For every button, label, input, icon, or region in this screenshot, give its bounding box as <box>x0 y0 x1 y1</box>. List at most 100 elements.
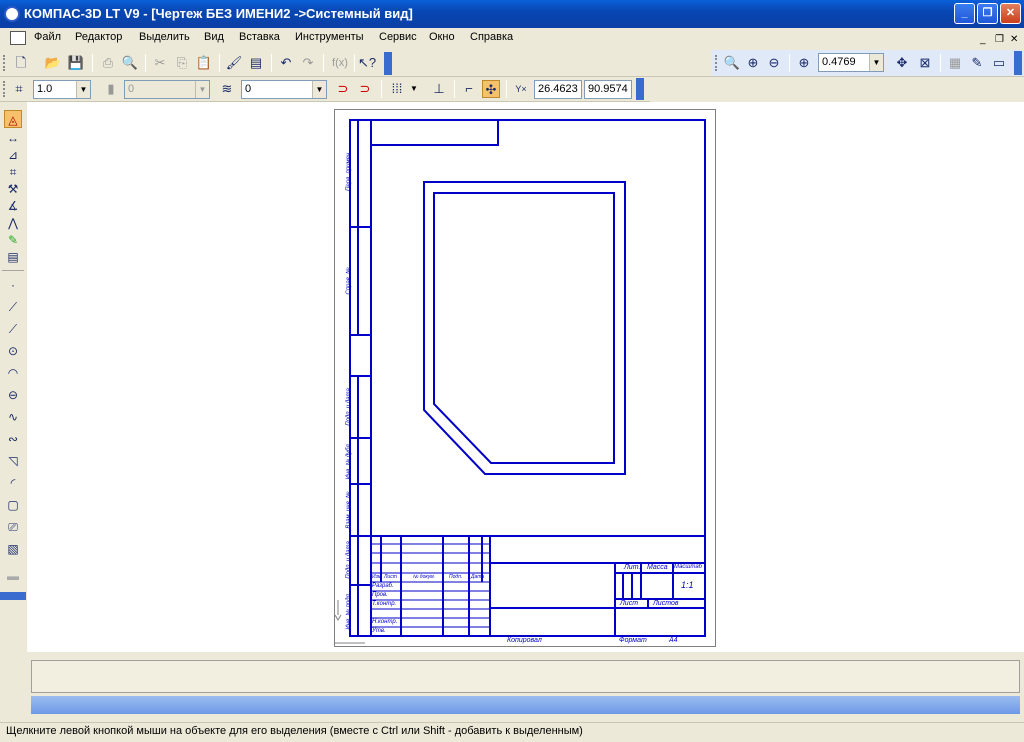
menu-tools[interactable]: Инструменты <box>295 31 364 43</box>
drawing-sheet[interactable]: Лит. Масса Масштаб 1:1 Лист Листов Изм. … <box>334 109 716 647</box>
layers-icon[interactable]: ≋ <box>218 80 236 98</box>
doc-close-button[interactable]: ✕ <box>1010 34 1018 45</box>
ortho-icon[interactable]: ⌐ <box>460 80 478 98</box>
screen-icon[interactable]: ▭ <box>990 54 1008 72</box>
tb-copied-label: Копировал <box>507 637 542 644</box>
fill-icon[interactable]: ▬ <box>4 567 22 585</box>
toolbar-grip[interactable] <box>3 55 7 71</box>
print-icon[interactable]: ⎙ <box>99 54 117 72</box>
tb-izm-label: Изм. <box>372 574 383 580</box>
chamfer-icon[interactable]: ◹ <box>4 452 22 470</box>
tb-format-value: А4 <box>669 637 678 644</box>
tb-sign-label: Подп. <box>449 574 463 580</box>
aux-line-icon[interactable]: ⟋ <box>4 298 22 316</box>
hatch-icon[interactable]: ▧ <box>4 540 22 558</box>
show-all-icon[interactable]: ⊠ <box>916 54 934 72</box>
save-icon[interactable]: 💾 <box>67 54 85 72</box>
help-pointer-icon[interactable]: ↖? <box>358 54 376 72</box>
polyline-icon[interactable]: ∾ <box>4 430 22 448</box>
doc-restore-button[interactable]: ❐ <box>995 34 1004 45</box>
new-document-icon[interactable]: 🗋 <box>12 54 30 72</box>
property-panel[interactable] <box>31 660 1020 693</box>
step-dropdown-icon[interactable]: ▼ <box>76 81 90 98</box>
zoom-dropdown-icon[interactable]: ▼ <box>869 54 883 71</box>
toolbar-options-icon[interactable] <box>636 78 644 100</box>
format-brush-icon[interactable]: 🖌 <box>225 54 243 72</box>
toolbar-grip[interactable] <box>715 55 719 71</box>
geometry-panel-icon[interactable]: ◬ <box>4 110 22 128</box>
spec-panel-icon[interactable]: ✎ <box>4 231 22 249</box>
zoom-in-icon[interactable]: ⊕ <box>744 54 762 72</box>
undo-icon[interactable]: ↶ <box>277 54 295 72</box>
paste-icon[interactable]: 📋 <box>195 54 213 72</box>
menu-window[interactable]: Окно <box>429 31 455 43</box>
layer-dropdown-icon[interactable]: ▼ <box>312 81 326 98</box>
select-panel-icon[interactable]: ⋀ <box>4 214 22 232</box>
open-icon[interactable]: 📂 <box>44 54 62 72</box>
style-dropdown-icon[interactable]: ▼ <box>195 81 209 98</box>
contour-icon[interactable]: ⎚ <box>4 518 22 536</box>
grid-dropdown-icon[interactable]: ▼ <box>407 80 421 97</box>
restore-button[interactable]: ❐ <box>977 3 998 24</box>
zoom-scale-icon[interactable]: ⊕ <box>795 54 813 72</box>
tb-date-label: Дата <box>471 574 485 580</box>
magnet-icon[interactable]: ⊃ <box>334 80 352 98</box>
arc-icon[interactable]: ◠ <box>4 364 22 382</box>
toolbar-options-icon[interactable] <box>384 52 392 75</box>
dimensions-panel-icon[interactable]: ↔ <box>4 129 22 147</box>
reports-panel-icon[interactable]: ▤ <box>4 248 22 266</box>
separator <box>145 54 146 72</box>
tb-mass-label: Масса <box>647 564 668 571</box>
ellipse-icon[interactable]: ⊖ <box>4 386 22 404</box>
rectangle-icon[interactable]: ▢ <box>4 496 22 514</box>
menu-file[interactable]: Файл <box>34 31 61 43</box>
symbols-panel-icon[interactable]: ⊿ <box>4 146 22 164</box>
menu-insert[interactable]: Вставка <box>239 31 280 43</box>
doc-icon[interactable] <box>10 31 26 45</box>
copy-icon[interactable]: ⎘ <box>173 54 191 72</box>
refresh-icon[interactable]: ▦ <box>946 54 964 72</box>
panel-options-icon[interactable] <box>0 592 26 600</box>
variables-icon[interactable]: f(x) <box>329 54 351 72</box>
redo-icon[interactable]: ↷ <box>299 54 317 72</box>
tb-lit-label: Лит. <box>624 564 641 571</box>
cursor-step-icon[interactable]: ⌗ <box>10 80 28 98</box>
menu-edit[interactable]: Редактор <box>75 31 122 43</box>
point-tool-icon[interactable]: · <box>4 276 22 294</box>
minimize-button[interactable]: _ <box>954 3 975 24</box>
print-preview-icon[interactable]: 🔍 <box>121 54 139 72</box>
menu-service[interactable]: Сервис <box>379 31 417 43</box>
circle-icon[interactable]: ⊙ <box>4 342 22 360</box>
coord-y-field[interactable]: 90.9574 <box>584 80 632 99</box>
panel-scroll-strip[interactable] <box>31 696 1020 714</box>
menu-view[interactable]: Вид <box>204 31 224 43</box>
snap-icon[interactable]: ⊃ <box>356 80 374 98</box>
doc-minimize-button[interactable]: _ <box>980 34 986 45</box>
properties-icon[interactable]: ▤ <box>247 54 265 72</box>
menu-select[interactable]: Выделить <box>139 31 190 43</box>
parametrize-panel-icon[interactable]: ⚒ <box>4 180 22 198</box>
close-button[interactable]: ✕ <box>1000 3 1021 24</box>
segment-icon[interactable]: ⟋ <box>4 320 22 338</box>
measure-panel-icon[interactable]: ∡ <box>4 197 22 215</box>
zoom-frame-icon[interactable]: 🔍 <box>723 54 741 72</box>
round-icon[interactable]: ✣ <box>482 80 500 98</box>
toolbar-options-icon[interactable] <box>1014 51 1022 75</box>
local-cs-icon[interactable]: ⊥ <box>430 80 448 98</box>
separator <box>506 80 507 98</box>
edit-panel-icon[interactable]: ⌗ <box>4 163 22 181</box>
tb-scale-value: 1:1 <box>681 580 694 590</box>
menu-help[interactable]: Справка <box>470 31 513 43</box>
fillet-icon[interactable]: ◜ <box>4 474 22 492</box>
zoom-out-icon[interactable]: ⊖ <box>765 54 783 72</box>
pan-icon[interactable]: ✥ <box>893 54 911 72</box>
spline-icon[interactable]: ∿ <box>4 408 22 426</box>
style-icon[interactable]: ▮ <box>102 80 120 98</box>
toolbar-grip[interactable] <box>3 81 7 97</box>
pencil-icon[interactable]: ✎ <box>968 54 986 72</box>
coord-x-field[interactable]: 26.4623 <box>534 80 582 99</box>
grid-icon[interactable]: ⁞⁞⁞ <box>388 80 406 98</box>
separator <box>789 54 790 72</box>
cut-icon[interactable]: ✂ <box>151 54 169 72</box>
tb-scale-label: Масштаб <box>674 564 703 570</box>
